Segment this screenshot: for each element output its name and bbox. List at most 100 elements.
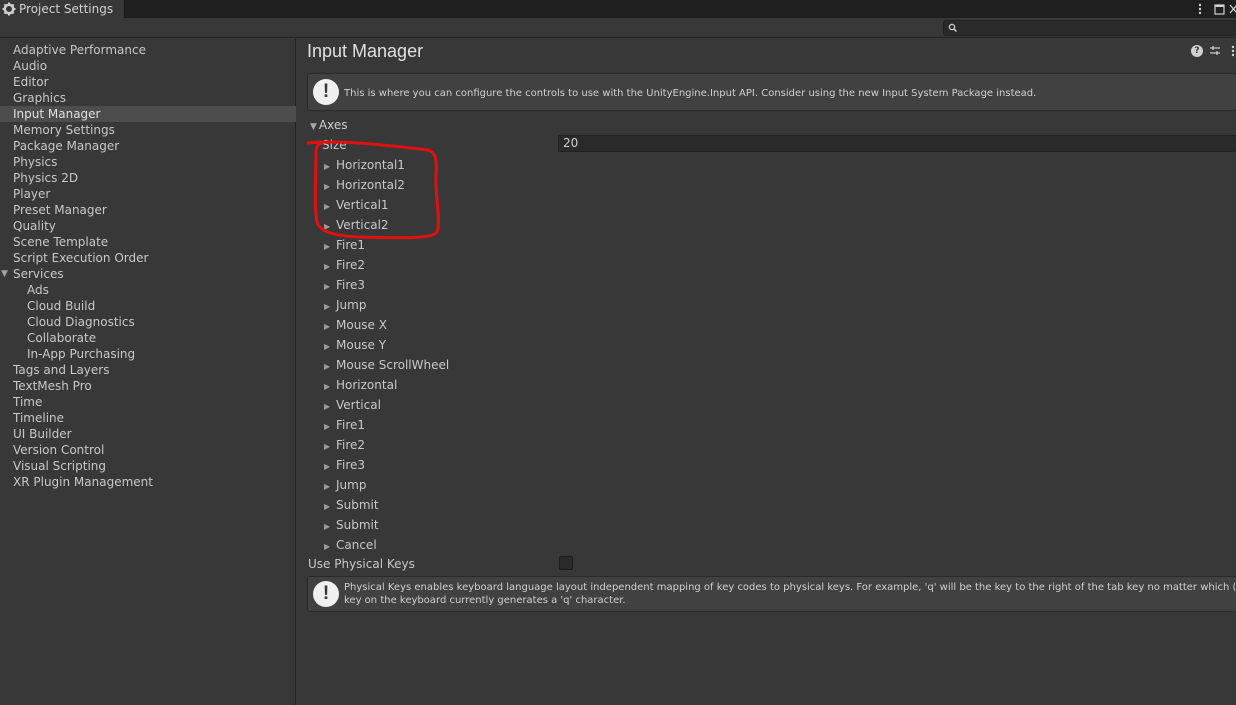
sidebar-item-scene-template[interactable]: Scene Template xyxy=(0,234,296,250)
sidebar-item-input-manager[interactable]: Input Manager xyxy=(0,106,296,122)
more-icon[interactable] xyxy=(1227,45,1236,57)
sidebar-item-adaptive-performance[interactable]: Adaptive Performance xyxy=(0,42,296,58)
warning-icon: ! xyxy=(313,79,339,105)
use-physical-keys-checkbox[interactable] xyxy=(559,556,573,570)
axis-item-mouse-scrollwheel[interactable]: ▶ Mouse ScrollWheel xyxy=(324,355,449,375)
fold-right-icon[interactable]: ▶ xyxy=(324,519,336,535)
axis-label: Submit xyxy=(336,498,379,512)
sidebar-item-xr-plugin-management[interactable]: XR Plugin Management xyxy=(0,474,296,490)
fold-right-icon[interactable]: ▶ xyxy=(324,419,336,435)
axis-label: Vertical1 xyxy=(336,198,389,212)
axis-item-horizontal2[interactable]: ▶ Horizontal2 xyxy=(324,175,449,195)
fold-right-icon[interactable]: ▶ xyxy=(324,319,336,335)
search-input[interactable] xyxy=(960,21,1230,35)
axis-item-horizontal1[interactable]: ▶ Horizontal1 xyxy=(324,155,449,175)
axis-label: Horizontal xyxy=(336,378,398,392)
sidebar-item-cloud-diagnostics[interactable]: Cloud Diagnostics xyxy=(0,314,296,330)
fold-right-icon[interactable]: ▶ xyxy=(324,499,336,515)
sidebar-item-editor[interactable]: Editor xyxy=(0,74,296,90)
help-icon[interactable]: ? xyxy=(1191,45,1203,57)
fold-down-icon[interactable]: ▼ xyxy=(1,266,8,282)
axis-label: Fire2 xyxy=(336,258,366,272)
sidebar-item-textmesh-pro[interactable]: TextMesh Pro xyxy=(0,378,296,394)
fold-down-icon[interactable]: ▼ xyxy=(310,122,317,132)
axis-item-vertical1[interactable]: ▶ Vertical1 xyxy=(324,195,449,215)
sidebar-item-package-manager[interactable]: Package Manager xyxy=(0,138,296,154)
axis-item-horizontal[interactable]: ▶ Horizontal xyxy=(324,375,449,395)
sidebar-item-ui-builder[interactable]: UI Builder xyxy=(0,426,296,442)
axes-label: Axes xyxy=(318,118,348,132)
fold-right-icon[interactable]: ▶ xyxy=(324,239,336,255)
maximize-icon[interactable] xyxy=(1214,0,1225,18)
preset-icon[interactable] xyxy=(1209,45,1221,57)
axis-item-fire2[interactable]: ▶ Fire2 xyxy=(324,255,449,275)
fold-right-icon[interactable]: ▶ xyxy=(324,339,336,355)
axis-item-mouse-x[interactable]: ▶ Mouse X xyxy=(324,315,449,335)
fold-right-icon[interactable]: ▶ xyxy=(324,159,336,175)
fold-right-icon[interactable]: ▶ xyxy=(324,359,336,375)
axes-foldout[interactable]: ▼ Axes xyxy=(310,117,348,133)
sidebar-item-physics[interactable]: Physics xyxy=(0,154,296,170)
warning-icon: ! xyxy=(313,581,339,607)
sidebar-item-memory-settings[interactable]: Memory Settings xyxy=(0,122,296,138)
sidebar-item-ads[interactable]: Ads xyxy=(0,282,296,298)
sidebar-item-version-control[interactable]: Version Control xyxy=(0,442,296,458)
settings-search[interactable] xyxy=(943,20,1236,36)
fold-right-icon[interactable]: ▶ xyxy=(324,279,336,295)
physical-keys-message-line2: key on the keyboard currently generates … xyxy=(344,594,626,606)
sidebar-item-preset-manager[interactable]: Preset Manager xyxy=(0,202,296,218)
sidebar-item-collaborate[interactable]: Collaborate xyxy=(0,330,296,346)
axis-item-fire3[interactable]: ▶ Fire3 xyxy=(324,455,449,475)
sidebar-item-tags-and-layers[interactable]: Tags and Layers xyxy=(0,362,296,378)
axis-item-submit[interactable]: ▶ Submit xyxy=(324,495,449,515)
axis-item-jump[interactable]: ▶ Jump xyxy=(324,475,449,495)
fold-right-icon[interactable]: ▶ xyxy=(324,179,336,195)
sidebar-item-script-execution-order[interactable]: Script Execution Order xyxy=(0,250,296,266)
fold-right-icon[interactable]: ▶ xyxy=(324,479,336,495)
fold-right-icon[interactable]: ▶ xyxy=(324,539,336,555)
axis-item-fire2[interactable]: ▶ Fire2 xyxy=(324,435,449,455)
fold-right-icon[interactable]: ▶ xyxy=(324,219,336,235)
axis-label: Jump xyxy=(336,298,367,312)
size-field[interactable]: 20 xyxy=(558,135,1236,152)
fold-right-icon[interactable]: ▶ xyxy=(324,199,336,215)
sidebar-item-time[interactable]: Time xyxy=(0,394,296,410)
search-icon xyxy=(948,23,958,33)
fold-right-icon[interactable]: ▶ xyxy=(324,459,336,475)
sidebar-item-services[interactable]: ▼ Services xyxy=(0,266,296,282)
axis-item-fire1[interactable]: ▶ Fire1 xyxy=(324,415,449,435)
axis-item-mouse-y[interactable]: ▶ Mouse Y xyxy=(324,335,449,355)
sidebar-item-visual-scripting[interactable]: Visual Scripting xyxy=(0,458,296,474)
fold-right-icon[interactable]: ▶ xyxy=(324,399,336,415)
project-settings-tab[interactable]: Project Settings xyxy=(0,0,125,18)
settings-main-panel: Input Manager ? ! This is where you can … xyxy=(297,39,1236,705)
page-title: Input Manager xyxy=(307,41,424,61)
axis-item-cancel[interactable]: ▶ Cancel xyxy=(324,535,449,555)
sidebar-item-graphics[interactable]: Graphics xyxy=(0,90,296,106)
sidebar-item-audio[interactable]: Audio xyxy=(0,58,296,74)
more-icon[interactable] xyxy=(1197,0,1203,18)
fold-right-icon[interactable]: ▶ xyxy=(324,439,336,455)
axis-label: Mouse ScrollWheel xyxy=(336,358,450,372)
axis-item-jump[interactable]: ▶ Jump xyxy=(324,295,449,315)
axis-label: Cancel xyxy=(336,538,377,552)
sidebar-item-quality[interactable]: Quality xyxy=(0,218,296,234)
size-label: Size xyxy=(322,138,347,152)
fold-right-icon[interactable]: ▶ xyxy=(324,299,336,315)
fold-right-icon[interactable]: ▶ xyxy=(324,259,336,275)
sidebar-item-player[interactable]: Player xyxy=(0,186,296,202)
axis-label: Fire1 xyxy=(336,418,366,432)
close-icon[interactable] xyxy=(1229,0,1236,18)
axis-item-vertical2[interactable]: ▶ Vertical2 xyxy=(324,215,449,235)
window-tab-bar: Project Settings xyxy=(0,0,1236,18)
fold-right-icon[interactable]: ▶ xyxy=(324,379,336,395)
sidebar-item-physics-2d[interactable]: Physics 2D xyxy=(0,170,296,186)
axis-item-fire1[interactable]: ▶ Fire1 xyxy=(324,235,449,255)
axis-item-vertical[interactable]: ▶ Vertical xyxy=(324,395,449,415)
axis-label: Vertical2 xyxy=(336,218,389,232)
sidebar-item-timeline[interactable]: Timeline xyxy=(0,410,296,426)
axis-item-submit[interactable]: ▶ Submit xyxy=(324,515,449,535)
sidebar-item-in-app-purchasing[interactable]: In-App Purchasing xyxy=(0,346,296,362)
axis-item-fire3[interactable]: ▶ Fire3 xyxy=(324,275,449,295)
sidebar-item-cloud-build[interactable]: Cloud Build xyxy=(0,298,296,314)
